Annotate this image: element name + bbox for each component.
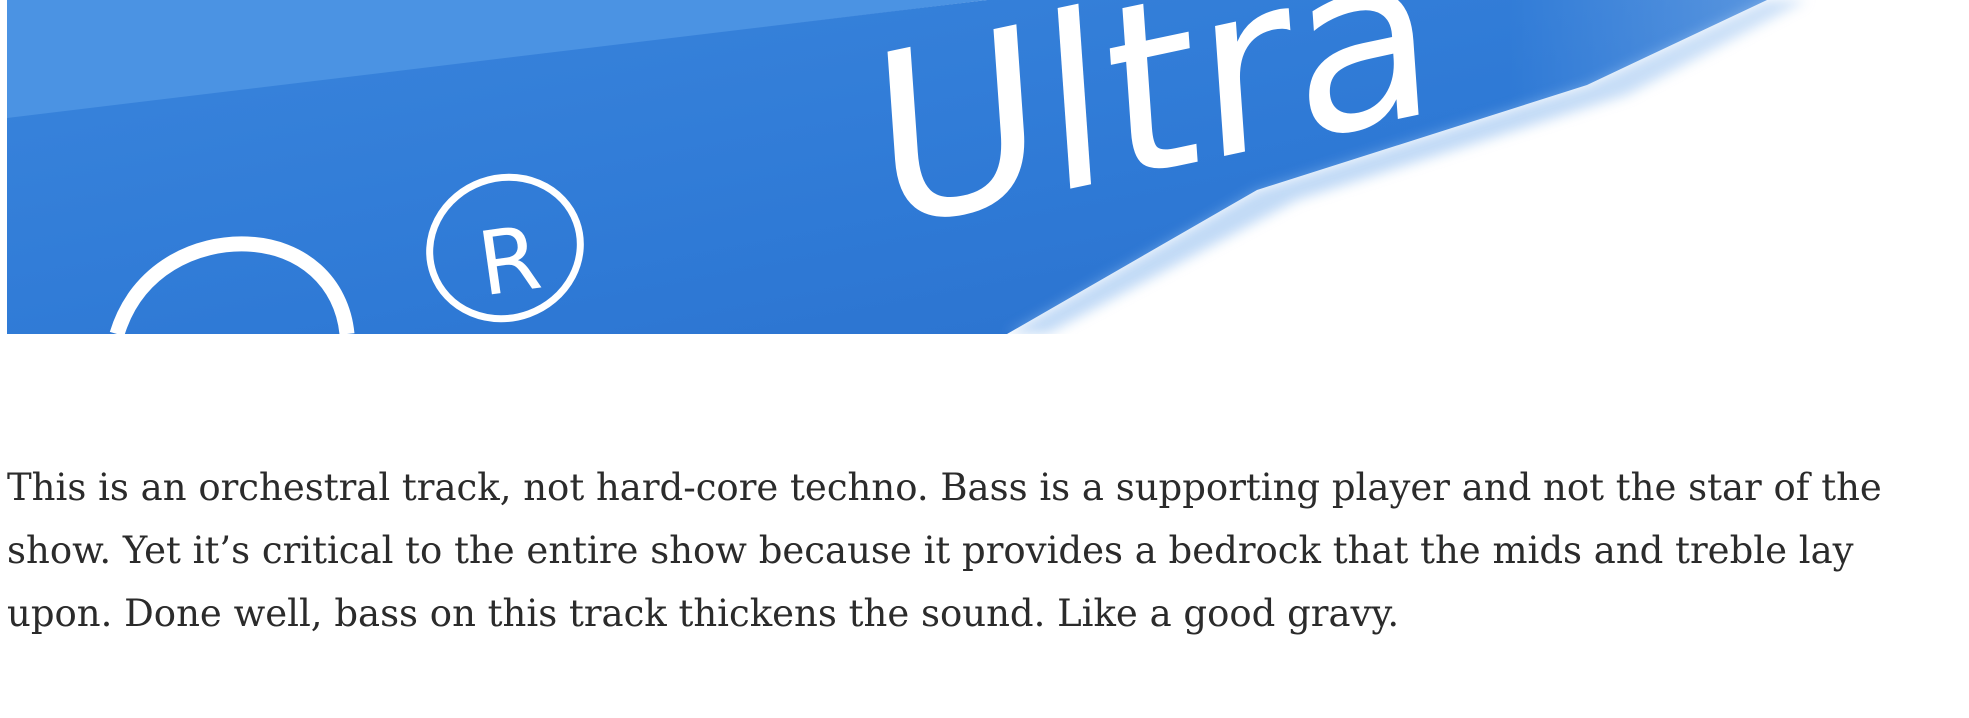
paragraph-line: show. Yet it’s critical to the entire sh… xyxy=(7,529,1854,572)
article-body: This is an orchestral track, not hard-co… xyxy=(7,456,1969,645)
article-paragraph: This is an orchestral track, not hard-co… xyxy=(7,456,1969,645)
hero-graphic: R Ultra xyxy=(7,0,1969,334)
page: R Ultra This is an orchestral track, not… xyxy=(0,0,1969,718)
paragraph-line: This is an orchestral track, not hard-co… xyxy=(7,466,1882,509)
hero-image: R Ultra xyxy=(7,0,1969,334)
hero-glare xyxy=(1507,0,1969,334)
paragraph-line: upon. Done well, bass on this track thic… xyxy=(7,592,1400,635)
